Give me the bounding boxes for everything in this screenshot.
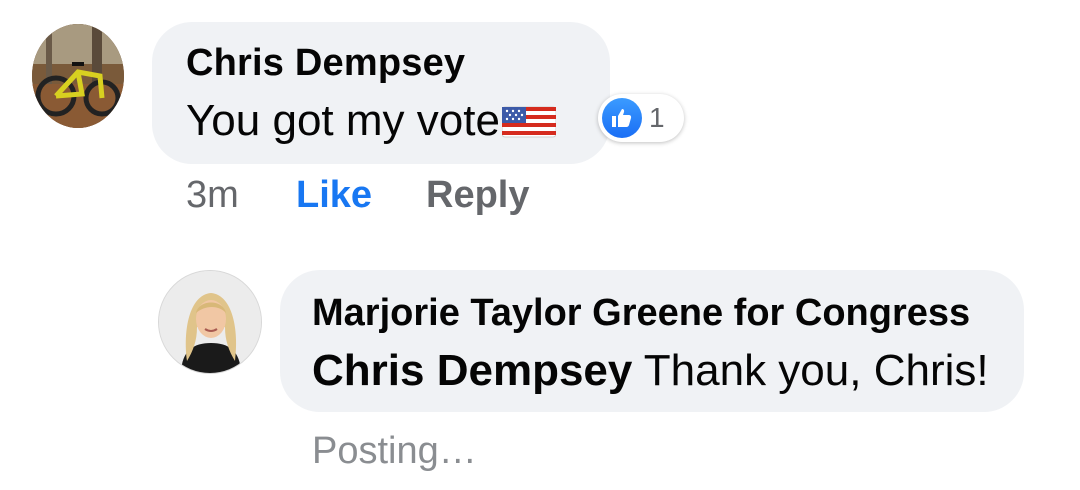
posting-status: Posting…	[312, 430, 477, 472]
reply-author[interactable]: Marjorie Taylor Greene for Congress	[312, 292, 970, 335]
avatar-chris-dempsey[interactable]	[32, 24, 124, 128]
reply-text: Thank you, Chris!	[632, 346, 989, 395]
comment-text-row: You got my vote	[186, 96, 557, 146]
profile-photo	[159, 271, 261, 373]
mention-tag[interactable]: Chris Dempsey	[312, 346, 632, 395]
us-flag-emoji-icon	[501, 102, 557, 140]
like-button[interactable]: Like	[296, 174, 372, 217]
comment-timestamp[interactable]: 3m	[186, 174, 239, 217]
reply-button[interactable]: Reply	[426, 174, 529, 217]
comment-author[interactable]: Chris Dempsey	[186, 42, 465, 85]
comment-text: You got my vote	[186, 96, 500, 145]
bicycle-photo	[32, 24, 124, 128]
reply-text-row: Chris Dempsey Thank you, Chris!	[312, 346, 989, 396]
avatar-mtg-for-congress[interactable]	[158, 270, 262, 374]
reaction-count: 1	[649, 102, 665, 133]
reaction-summary[interactable]: 1	[598, 94, 684, 142]
thumbs-up-icon	[602, 98, 642, 138]
